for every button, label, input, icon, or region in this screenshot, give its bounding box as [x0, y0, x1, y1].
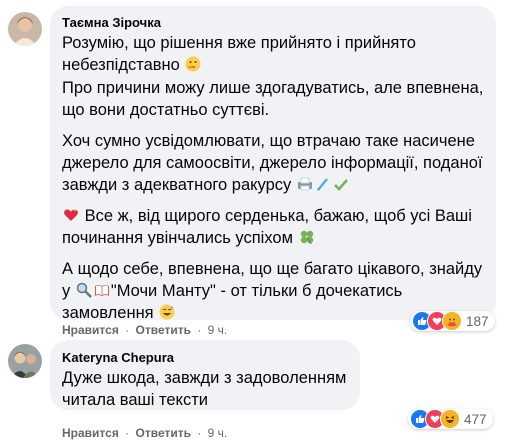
comment-bubble: Таємна Зірочка Розумію, що рішення вже п… — [50, 6, 496, 322]
reactions-summary[interactable]: 477 — [408, 409, 493, 429]
reactions-summary[interactable]: 187 — [410, 311, 495, 331]
comment-actions: Нравится · Ответить · 9 ч. — [62, 426, 228, 440]
reply-link[interactable]: Ответить — [136, 323, 191, 337]
four-leaf-clover-icon — [299, 229, 315, 245]
comment-2: Kateryna Chepura Дуже шкода, завжди з за… — [0, 340, 507, 440]
comment-author[interactable]: Kateryna Chepura — [62, 349, 348, 366]
sparkling-heart-icon — [63, 207, 79, 223]
magnifying-glass-icon — [76, 282, 92, 298]
avatar[interactable] — [8, 344, 42, 378]
timestamp[interactable]: 9 ч. — [208, 426, 228, 440]
paintbrush-icon — [315, 176, 331, 192]
comment-paragraph: Хоч сумно усвідомлювати, що втрачаю таке… — [62, 131, 483, 195]
comment-actions: Нравится · Ответить · 9 ч. — [62, 323, 228, 337]
like-link[interactable]: Нравится — [62, 426, 119, 440]
care-reaction-icon — [442, 311, 462, 331]
timestamp[interactable]: 9 ч. — [208, 323, 228, 337]
comment-paragraph: Дуже шкода, завжди з задоволенням читала… — [62, 369, 347, 410]
comment-author[interactable]: Таємна Зірочка — [62, 14, 484, 31]
haha-reaction-icon — [440, 409, 460, 429]
like-link[interactable]: Нравится — [62, 323, 119, 337]
comment-paragraph: Розумію, що рішення вже прийнято і прийн… — [62, 34, 484, 120]
comment-bubble: Kateryna Chepura Дуже шкода, завжди з за… — [50, 340, 360, 410]
check-mark-icon — [333, 176, 349, 192]
grinning-sweat-face-icon — [159, 304, 175, 320]
comment-1: Таємна Зірочка Розумію, що рішення вже п… — [0, 0, 507, 340]
reaction-count: 477 — [464, 411, 487, 427]
comment-paragraph: Все ж, від щирого серденька, бажаю, щоб … — [62, 206, 472, 248]
avatar[interactable] — [8, 12, 42, 46]
reaction-count: 187 — [466, 313, 489, 329]
printer-icon — [297, 176, 313, 192]
open-book-icon — [94, 282, 110, 298]
thinking-face-icon — [185, 56, 201, 72]
reply-link[interactable]: Ответить — [136, 426, 191, 440]
